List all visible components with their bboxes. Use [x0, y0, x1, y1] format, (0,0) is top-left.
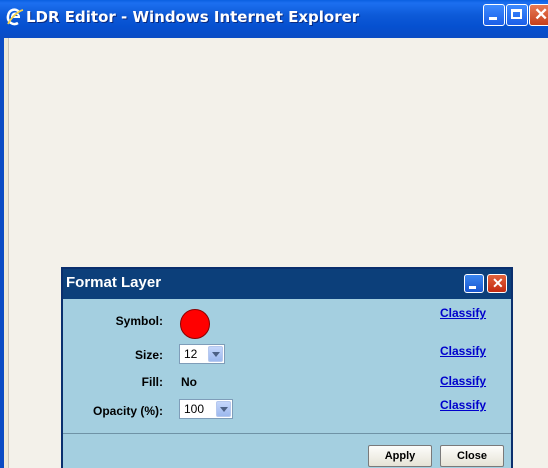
fill-label: Fill:: [141, 375, 163, 389]
chevron-down-icon[interactable]: [208, 346, 223, 362]
size-select[interactable]: 12: [179, 344, 225, 364]
symbol-classify-link[interactable]: Classify: [440, 306, 486, 320]
opacity-classify-link[interactable]: Classify: [440, 398, 486, 412]
window-titlebar: LDR Editor - Windows Internet Explorer ✕: [0, 0, 548, 38]
minimize-icon: [489, 17, 497, 20]
ie-e-logo-icon: [6, 8, 24, 26]
dialog-minimize-button[interactable]: [464, 274, 484, 293]
dialog-titlebar[interactable]: Format Layer ✕: [63, 269, 511, 299]
chevron-down-icon[interactable]: [216, 401, 231, 417]
size-select-value: 12: [184, 347, 198, 361]
opacity-label: Opacity (%):: [92, 404, 163, 418]
maximize-icon: [511, 9, 522, 19]
opacity-select-value: 100: [184, 402, 205, 416]
window-minimize-button[interactable]: [483, 4, 505, 26]
size-classify-link[interactable]: Classify: [440, 344, 486, 358]
opacity-select[interactable]: 100: [179, 399, 233, 419]
close-button[interactable]: Close: [440, 445, 504, 467]
symbol-label: Symbol:: [115, 314, 163, 328]
dialog-divider: [63, 433, 511, 434]
minimize-icon: [469, 286, 476, 289]
size-label: Size:: [134, 348, 163, 362]
dialog-close-button[interactable]: ✕: [487, 274, 507, 293]
close-icon: ✕: [492, 275, 504, 291]
format-layer-dialog: Format Layer ✕ Symbol: Classify Size: 12…: [61, 267, 513, 468]
symbol-swatch[interactable]: [180, 309, 210, 339]
window-title: LDR Editor - Windows Internet Explorer: [26, 8, 360, 26]
dialog-title: Format Layer: [66, 274, 162, 291]
apply-button[interactable]: Apply: [368, 445, 432, 467]
window-close-button[interactable]: ✕: [529, 4, 548, 26]
close-icon: ✕: [534, 5, 548, 24]
fill-classify-link[interactable]: Classify: [440, 374, 486, 388]
fill-value: No: [181, 375, 197, 389]
window-maximize-button[interactable]: [506, 4, 528, 26]
